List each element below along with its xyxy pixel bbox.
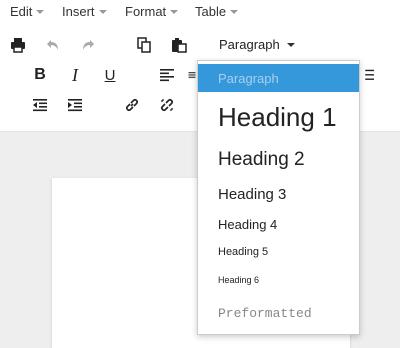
format-option-heading-6[interactable]: Heading 6 — [198, 269, 359, 291]
menu-format[interactable]: Format — [125, 4, 179, 19]
outdent-icon — [33, 99, 47, 112]
undo-button[interactable] — [42, 34, 64, 56]
copy-icon — [137, 37, 151, 53]
paste-button[interactable] — [168, 34, 190, 56]
align-center-button[interactable] — [188, 64, 196, 86]
align-center-icon — [188, 72, 196, 79]
align-left-button[interactable] — [156, 64, 178, 86]
chevron-down-icon — [98, 9, 107, 14]
menubar: Edit Insert Format Table — [0, 0, 400, 24]
menu-table[interactable]: Table — [195, 4, 239, 19]
format-select-label: Paragraph — [219, 37, 280, 52]
list-button[interactable] — [360, 64, 374, 86]
format-option-paragraph[interactable]: Paragraph — [198, 64, 359, 92]
undo-icon — [47, 40, 58, 50]
chevron-down-icon — [286, 42, 295, 47]
indent-icon — [68, 99, 82, 112]
menu-format-label: Format — [125, 4, 167, 19]
bold-button[interactable]: B — [29, 64, 51, 86]
redo-icon — [83, 40, 94, 50]
format-dropdown-menu: Paragraph Heading 1 Heading 2 Heading 3 … — [197, 60, 360, 335]
format-option-heading-4[interactable]: Heading 4 — [198, 211, 359, 237]
link-icon — [125, 98, 139, 112]
list-icon — [365, 69, 374, 80]
menu-table-label: Table — [195, 4, 227, 19]
indent-button[interactable] — [64, 94, 86, 116]
redo-button[interactable] — [77, 34, 99, 56]
format-option-preformatted[interactable]: Preformatted — [198, 299, 359, 327]
copy-button[interactable] — [133, 34, 155, 56]
chevron-down-icon — [170, 9, 179, 14]
unlink-icon — [160, 98, 174, 112]
format-option-heading-5[interactable]: Heading 5 — [198, 240, 359, 264]
chevron-down-icon — [230, 9, 239, 14]
underline-button[interactable]: U — [99, 64, 121, 86]
unlink-button[interactable] — [156, 94, 178, 116]
align-left-icon — [160, 69, 174, 82]
format-option-heading-1[interactable]: Heading 1 — [198, 96, 359, 138]
link-button[interactable] — [121, 94, 143, 116]
paste-icon — [172, 38, 187, 53]
format-option-heading-3[interactable]: Heading 3 — [198, 180, 359, 208]
italic-button[interactable]: I — [64, 64, 86, 86]
menu-edit[interactable]: Edit — [10, 4, 45, 19]
menu-edit-label: Edit — [10, 4, 33, 19]
chevron-down-icon — [36, 9, 45, 14]
print-icon — [11, 38, 25, 53]
print-button[interactable] — [7, 34, 29, 56]
outdent-button[interactable] — [29, 94, 51, 116]
format-select[interactable]: Paragraph — [219, 37, 295, 52]
menu-insert[interactable]: Insert — [62, 4, 107, 19]
menu-insert-label: Insert — [62, 4, 95, 19]
format-option-heading-2[interactable]: Heading 2 — [198, 143, 359, 177]
